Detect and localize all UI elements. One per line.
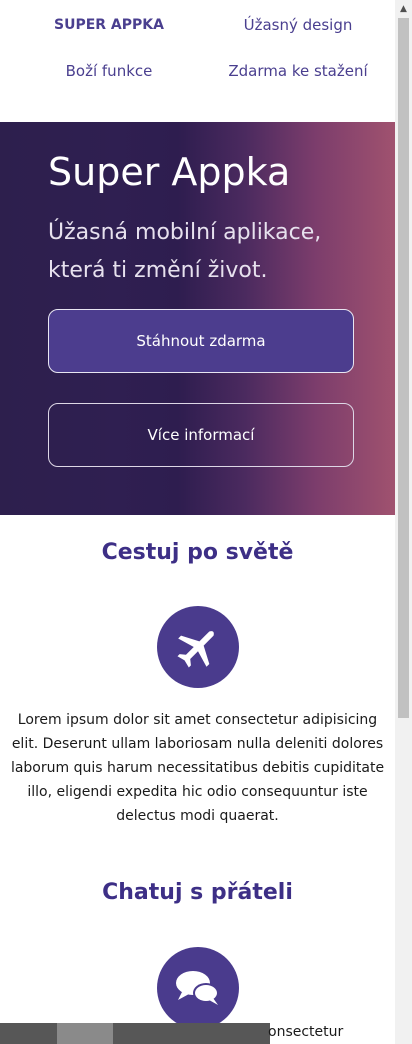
airplane-icon [156, 606, 239, 688]
scrollbar-thumb[interactable] [398, 18, 409, 718]
top-nav: SUPER APPKA Úžasný design Boží funkce Zd… [0, 0, 395, 122]
page: SUPER APPKA Úžasný design Boží funkce Zd… [0, 0, 395, 1044]
download-free-button[interactable]: Stáhnout zdarma [48, 309, 354, 373]
bottom-overlay-bar [0, 1023, 270, 1044]
nav-link-functions[interactable]: Boží funkce [34, 58, 184, 84]
hero-title: Super Appka [48, 150, 291, 194]
scroll-up-arrow-icon[interactable]: ▲ [395, 0, 412, 17]
feature-title: Cestuj po světě [101, 540, 294, 565]
feature-chat: Chatuj s přáteli [0, 880, 395, 1029]
bottom-overlay-segment [57, 1023, 113, 1044]
vertical-scrollbar[interactable]: ▲ [395, 0, 412, 1044]
partial-text: onsectetur [268, 1024, 344, 1040]
more-info-button[interactable]: Více informací [48, 403, 354, 467]
nav-link-download[interactable]: Zdarma ke stažení [228, 58, 368, 84]
hero-section: Super Appka Úžasná mobilní aplikace, kte… [0, 122, 395, 515]
nav-brand-link[interactable]: SUPER APPKA [34, 12, 184, 38]
nav-link-design[interactable]: Úžasný design [228, 12, 368, 38]
download-free-label: Stáhnout zdarma [136, 332, 266, 350]
hero-subtitle: Úžasná mobilní aplikace, která ti změní … [48, 220, 322, 283]
feature-description: Lorem ipsum dolor sit amet consectetur a… [10, 712, 385, 824]
chat-bubbles-icon [156, 947, 239, 1029]
feature-travel: Cestuj po světě Lorem ipsum dolor sit am… [0, 540, 395, 828]
more-info-label: Více informací [147, 426, 255, 444]
feature-title: Chatuj s přáteli [102, 880, 293, 905]
